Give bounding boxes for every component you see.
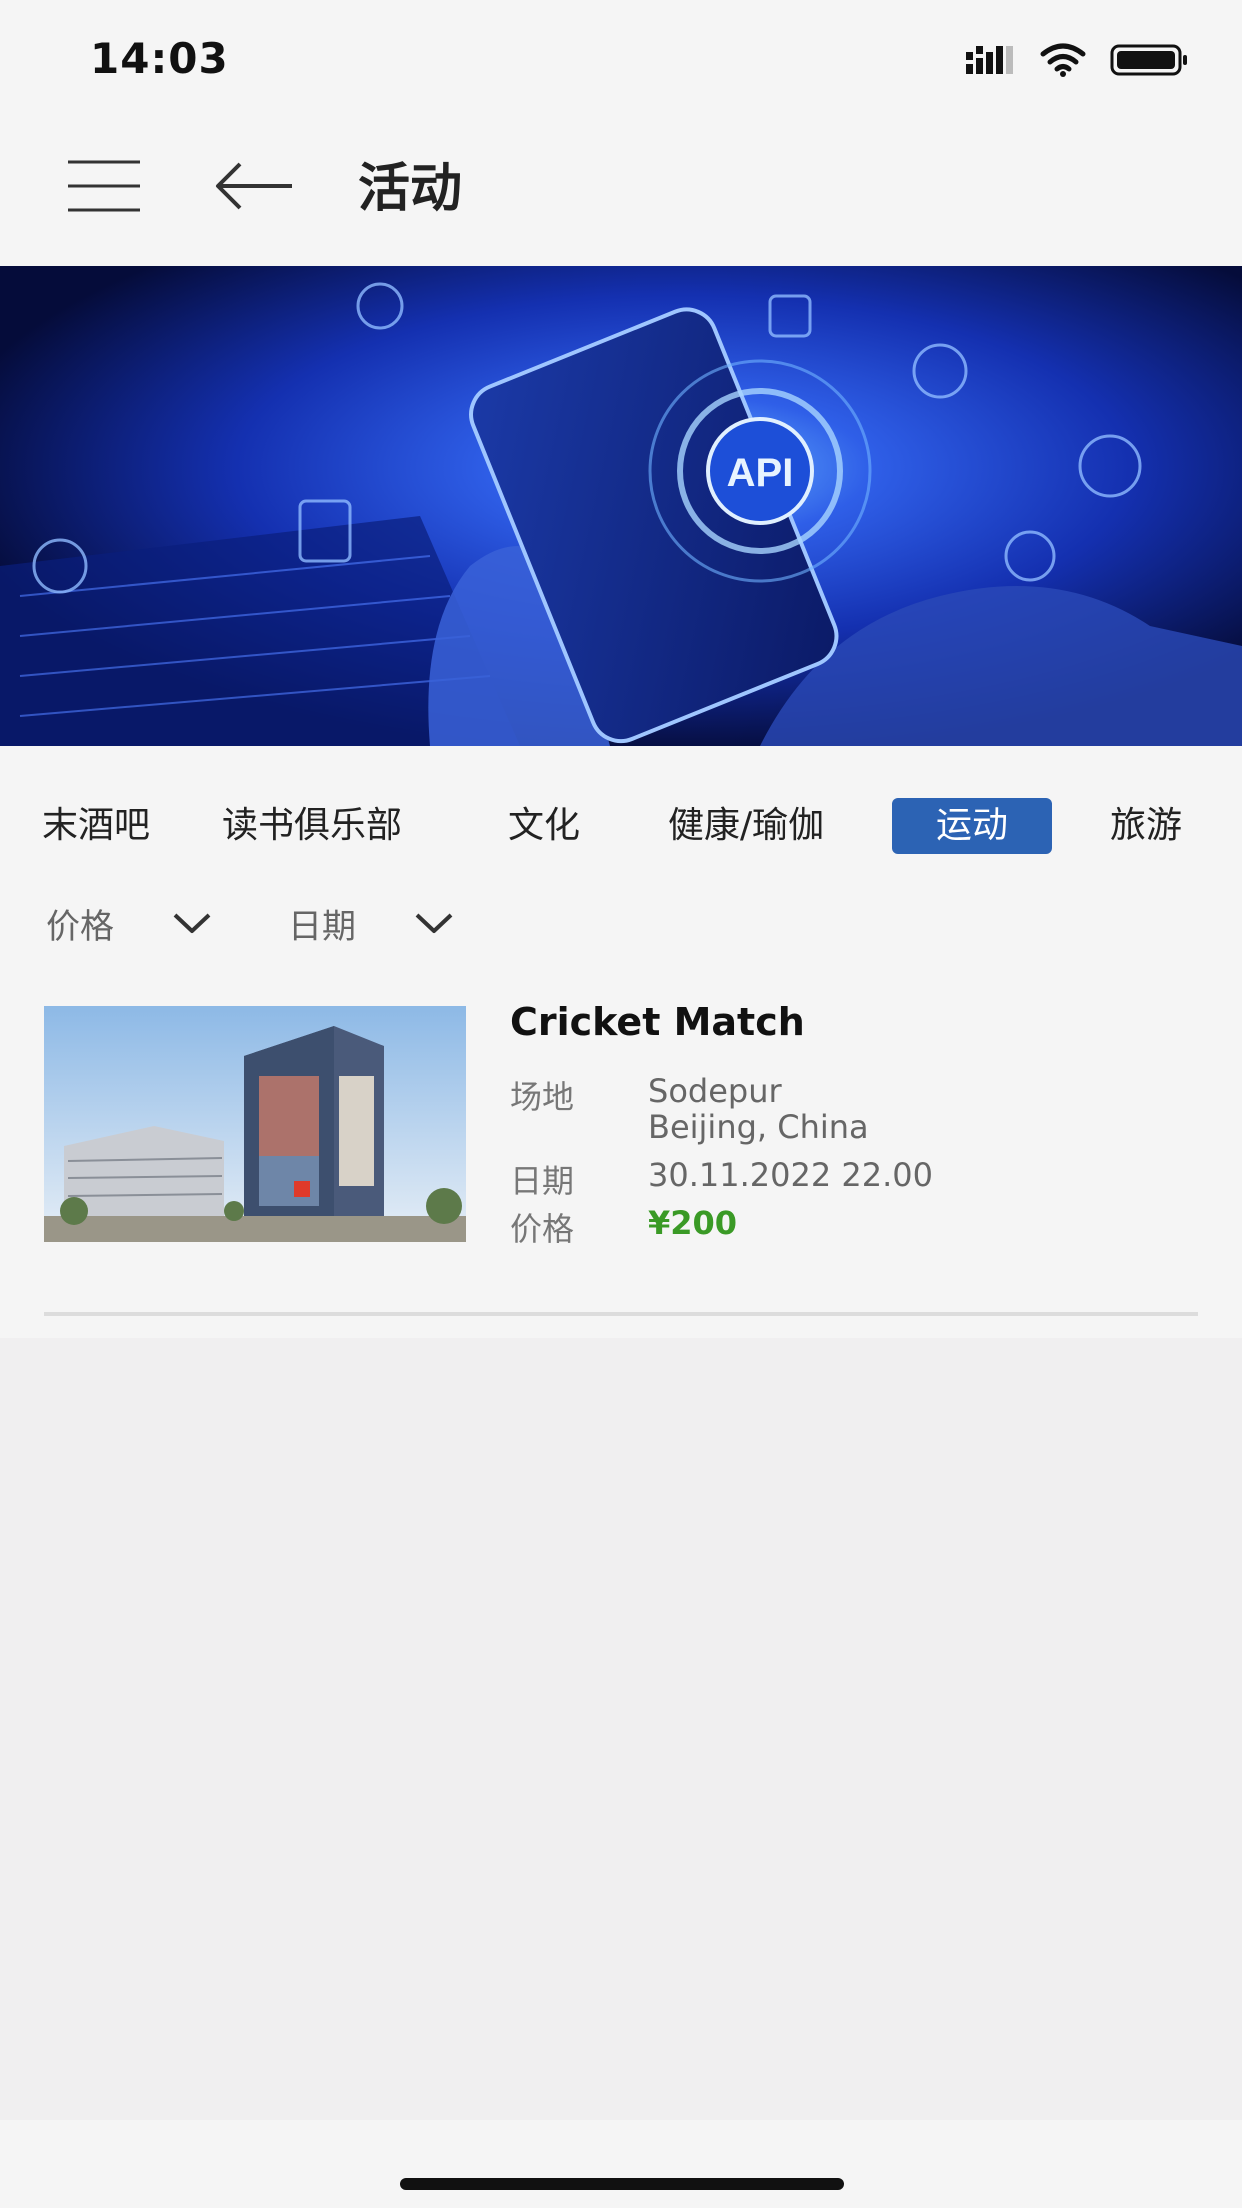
venue-label: 场地 (510, 1078, 575, 1116)
battery-icon (1110, 44, 1187, 76)
chevron-down-icon (415, 913, 453, 933)
bottom-safe-area (0, 2120, 1242, 2208)
events-screen: 14:03 活动 API 末酒吧 读书俱乐部 文化 健康/瑜伽 运动 旅游 价格… (0, 0, 1242, 2208)
menu-button[interactable] (66, 156, 142, 216)
chevron-down-icon (173, 913, 211, 933)
home-indicator[interactable] (400, 2178, 844, 2190)
event-list: Cricket Match 场地 Sodepur Beijing, China … (0, 972, 1242, 1338)
date-value: 30.11.2022 22.00 (648, 1156, 933, 1194)
event-list-item[interactable]: Cricket Match 场地 Sodepur Beijing, China … (44, 972, 1198, 1312)
venue-line1: Sodepur (648, 1072, 782, 1110)
price-filter-dropdown[interactable]: 价格 (46, 898, 212, 948)
price-value: ¥200 (648, 1204, 738, 1242)
hamburger-menu-icon (68, 160, 140, 212)
tab-sports[interactable]: 运动 (892, 798, 1052, 854)
date-filter-label: 日期 (288, 906, 356, 947)
venue-line2: Beijing, China (648, 1108, 869, 1146)
price-label: 价格 (510, 1210, 575, 1248)
arrow-left-icon (216, 162, 292, 210)
tab-travel[interactable]: 旅游 (1110, 798, 1182, 854)
event-thumbnail (44, 1006, 466, 1242)
date-filter-dropdown[interactable]: 日期 (288, 898, 454, 948)
cellular-signal-icon (966, 46, 1013, 74)
api-badge-text: API (727, 451, 794, 495)
wifi-icon (1040, 43, 1086, 77)
banner-image: API (0, 266, 1242, 746)
tab-health-yoga[interactable]: 健康/瑜伽 (668, 798, 824, 854)
tab-culture[interactable]: 文化 (508, 798, 580, 854)
event-image (44, 1006, 466, 1242)
date-label: 日期 (510, 1162, 575, 1200)
event-title: Cricket Match (510, 1000, 805, 1044)
price-filter-label: 价格 (46, 906, 114, 947)
app-header: 活动 (0, 120, 1242, 266)
status-bar: 14:03 (0, 0, 1242, 120)
status-time: 14:03 (90, 34, 229, 83)
hero-banner: API (0, 266, 1242, 746)
tab-wine-bar[interactable]: 末酒吧 (42, 798, 150, 854)
tab-book-club[interactable]: 读书俱乐部 (222, 798, 402, 854)
status-icons (966, 40, 1190, 80)
list-divider (44, 1312, 1198, 1316)
back-button[interactable] (212, 156, 296, 216)
filter-bar: 价格 日期 (0, 876, 1242, 972)
page-title: 活动 (358, 159, 463, 219)
